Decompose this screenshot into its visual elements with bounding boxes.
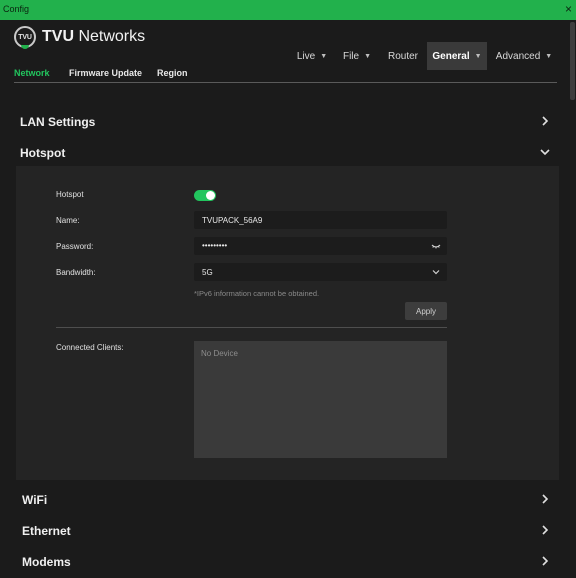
no-device-text: No Device [201,349,238,358]
chevron-right-icon [542,525,549,535]
hotspot-panel: Hotspot Name: TVUPACK_56A9 Password: •••… [16,166,559,480]
window-titlebar: Config × [0,0,576,20]
top-nav: Live ▼ File ▼ Router General ▼ Advanced … [0,42,568,70]
section-wifi[interactable]: WiFi [0,486,568,514]
apply-button[interactable]: Apply [405,302,447,320]
chevron-down-icon [540,149,550,156]
subtab-bar: Network Firmware Update Region [14,68,557,83]
chevron-right-icon [542,494,549,504]
caret-down-icon: ▼ [545,52,553,60]
logo-badge-text: TVU [18,33,32,41]
ipv6-note: *IPv6 information cannot be obtained. [194,289,320,298]
hotspot-toggle[interactable] [194,190,216,201]
window-title: Config [3,4,30,14]
nav-general-label: General [432,50,470,62]
close-icon[interactable]: × [565,2,572,16]
section-wifi-label: WiFi [22,493,48,507]
nav-file[interactable]: File ▼ [338,42,376,70]
bandwidth-label: Bandwidth: [56,268,96,277]
bandwidth-value: 5G [202,268,213,277]
password-field[interactable]: ••••••••• [194,237,447,255]
hotspot-toggle-label: Hotspot [56,190,84,199]
nav-live-label: Live [296,50,316,62]
section-hotspot[interactable]: Hotspot [0,139,568,167]
scrollbar-thumb[interactable] [570,22,575,100]
chevron-down-icon [432,270,440,275]
nav-advanced-label: Advanced [495,50,541,62]
caret-down-icon: ▼ [320,52,328,60]
section-hotspot-label: Hotspot [20,146,66,160]
subtab-network[interactable]: Network [14,68,50,78]
section-modems-label: Modems [22,555,71,569]
nav-advanced[interactable]: Advanced ▼ [492,42,556,70]
chevron-right-icon [542,116,549,126]
nav-general[interactable]: General ▼ [427,42,487,70]
section-ethernet-label: Ethernet [22,524,71,538]
caret-down-icon: ▼ [474,52,482,60]
nav-router[interactable]: Router [382,42,424,70]
subtab-firmware-update[interactable]: Firmware Update [69,68,142,78]
subtab-region[interactable]: Region [157,68,188,78]
caret-down-icon: ▼ [364,52,372,60]
divider [56,327,447,328]
app-header: TVU TVU Networks Live ▼ File ▼ Router Ge… [0,20,568,70]
eye-closed-icon[interactable] [431,241,441,251]
nav-live[interactable]: Live ▼ [292,42,332,70]
connected-clients-list: No Device [194,341,447,458]
toggle-knob [206,191,215,200]
section-lan-settings-label: LAN Settings [20,115,96,129]
nav-router-label: Router [387,50,418,62]
name-value: TVUPACK_56A9 [202,216,263,225]
name-label: Name: [56,216,80,225]
section-ethernet[interactable]: Ethernet [0,517,568,545]
connected-clients-label: Connected Clients: [56,343,124,352]
chevron-right-icon [542,556,549,566]
section-lan-settings[interactable]: LAN Settings [0,108,568,136]
nav-file-label: File [342,50,360,62]
bandwidth-select[interactable]: 5G [194,263,447,281]
password-value: ••••••••• [202,241,228,250]
section-modems[interactable]: Modems [0,548,568,576]
name-field[interactable]: TVUPACK_56A9 [194,211,447,229]
password-label: Password: [56,242,94,251]
